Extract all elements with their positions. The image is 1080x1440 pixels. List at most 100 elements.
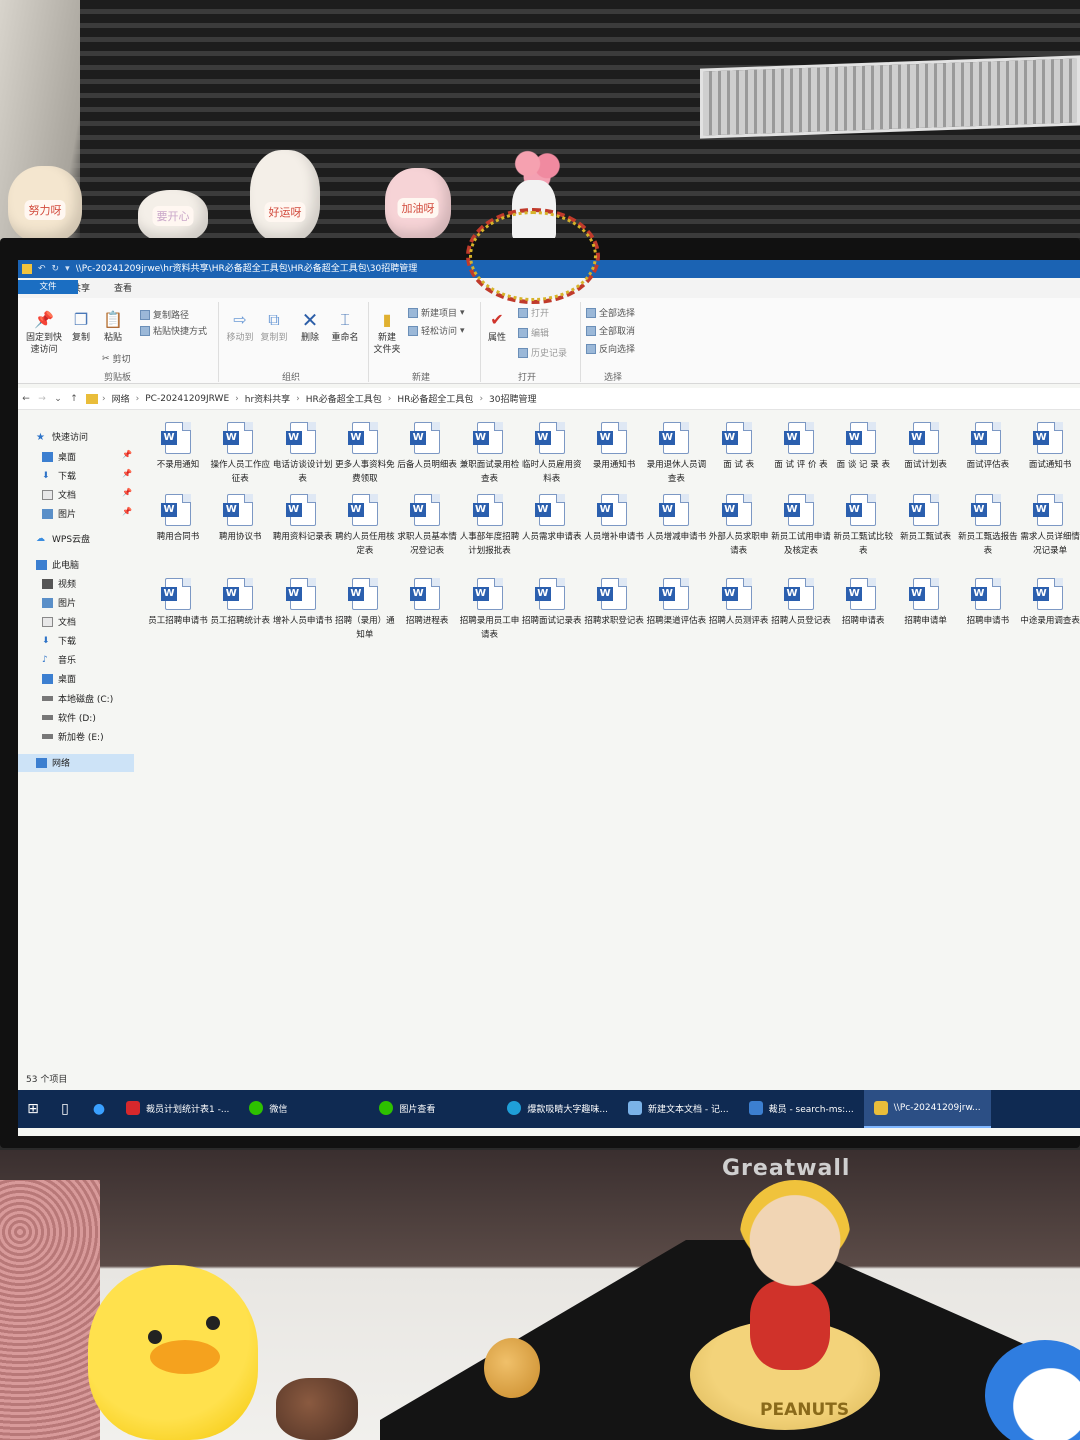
- recent-dropdown-icon[interactable]: ⌄: [50, 394, 66, 404]
- file-item[interactable]: W 新员工甄选报告表: [958, 494, 1018, 558]
- windows-start-icon[interactable]: ⊞: [18, 1101, 48, 1117]
- forward-arrow-icon[interactable]: →: [34, 394, 50, 404]
- paste-button[interactable]: 📋 粘贴: [98, 310, 128, 344]
- file-item[interactable]: W 招聘渠道评估表: [646, 578, 706, 628]
- file-item[interactable]: W 招聘人员登记表: [771, 578, 831, 628]
- file-item[interactable]: W 增补人员申请书: [273, 578, 333, 628]
- file-item[interactable]: W 招聘进程表: [397, 578, 457, 628]
- file-item[interactable]: W 后备人员明细表: [397, 422, 457, 472]
- file-item[interactable]: W 招聘录用员工申请表: [460, 578, 520, 642]
- nav-quick-access[interactable]: ★ 快速访问: [36, 430, 88, 444]
- undo-icon[interactable]: ↶: [38, 260, 46, 278]
- nav-drive-d[interactable]: 软件 (D:): [42, 711, 96, 724]
- file-item[interactable]: W 求职人员基本情况登记表: [397, 494, 457, 558]
- app-s-icon[interactable]: ●: [82, 1101, 116, 1117]
- cut-button[interactable]: ✂ 剪切: [102, 352, 131, 366]
- nav-drive-e[interactable]: 新加卷 (E:): [42, 730, 104, 743]
- file-item[interactable]: W 更多人事资料免费领取: [335, 422, 395, 486]
- tab-view[interactable]: 查看: [102, 280, 144, 298]
- file-item[interactable]: W 员工招聘统计表: [210, 578, 270, 628]
- taskbar-app-notepad[interactable]: 新建文本文档 - 记...: [618, 1090, 739, 1128]
- new-folder-button[interactable]: ▮ 新建 文件夹: [370, 310, 404, 356]
- invert-selection-button[interactable]: 反向选择: [586, 342, 635, 355]
- file-item[interactable]: W 电话访谈设计划表: [273, 422, 333, 486]
- copy-to-button[interactable]: ⧉ 复制到: [256, 310, 292, 344]
- redo-icon[interactable]: ↻: [52, 260, 60, 278]
- file-item[interactable]: W 聘用合同书: [148, 494, 208, 544]
- file-item[interactable]: W 招聘人员测评表: [709, 578, 769, 628]
- delete-button[interactable]: ✕ 删除: [296, 310, 324, 344]
- file-item[interactable]: W 面试评估表: [958, 422, 1018, 472]
- nav-videos[interactable]: 视频: [42, 577, 76, 590]
- file-item[interactable]: W 需求人员详细情况记录单: [1020, 494, 1080, 558]
- edit-button[interactable]: 编辑: [518, 326, 549, 339]
- paste-shortcut-button[interactable]: 粘贴快捷方式: [140, 324, 207, 337]
- easy-access-button[interactable]: 轻松访问 ▾: [408, 324, 465, 337]
- nav-documents[interactable]: 文档: [42, 488, 76, 501]
- copy-path-button[interactable]: 复制路径: [140, 308, 189, 321]
- file-item[interactable]: W 面试通知书: [1020, 422, 1080, 472]
- file-item[interactable]: W 招聘申请单: [896, 578, 956, 628]
- file-item[interactable]: W 新员工甄试表: [896, 494, 956, 544]
- file-item[interactable]: W 面 谈 记 录 表: [833, 422, 893, 472]
- file-item[interactable]: W 招聘面试记录表: [522, 578, 582, 628]
- file-item[interactable]: W 录用通知书: [584, 422, 644, 472]
- file-item[interactable]: W 聘用资料记录表: [273, 494, 333, 544]
- select-none-button[interactable]: 全部取消: [586, 324, 635, 337]
- tab-file[interactable]: 文件: [18, 280, 78, 294]
- file-item[interactable]: W 新员工甄试比较表: [833, 494, 893, 558]
- nav-pictures-pc[interactable]: 图片: [42, 596, 76, 609]
- breadcrumb-hr-share[interactable]: hr资料共享: [239, 392, 296, 405]
- breadcrumb-toolkit-inner[interactable]: HR必备超全工具包: [391, 392, 479, 405]
- file-item[interactable]: W 新员工试用申请及核定表: [771, 494, 831, 558]
- breadcrumb-recruitment[interactable]: 30招聘管理: [483, 392, 542, 405]
- properties-button[interactable]: ✔ 属性: [482, 310, 512, 344]
- file-item[interactable]: W 面 试 表: [709, 422, 769, 472]
- file-item[interactable]: W 人员需求申请表: [522, 494, 582, 544]
- file-item[interactable]: W 人员增补申请书: [584, 494, 644, 544]
- file-item[interactable]: W 聘用协议书: [210, 494, 270, 544]
- taskbar-app-explorer[interactable]: \\Pc-20241209jrw...: [863, 1090, 991, 1128]
- address-bar[interactable]: ← → ⌄ ↑ › 网络 › PC-20241209JRWE › hr资料共享 …: [18, 388, 1080, 410]
- breadcrumb-network[interactable]: 网络: [106, 392, 136, 405]
- file-item[interactable]: W 操作人员工作应征表: [210, 422, 270, 486]
- taskbar-app-search-explorer[interactable]: 裁员 - search-ms:...: [739, 1090, 864, 1128]
- back-arrow-icon[interactable]: ←: [18, 394, 34, 404]
- nav-downloads-pc[interactable]: ⬇ 下载: [42, 634, 76, 648]
- up-arrow-icon[interactable]: ↑: [66, 394, 82, 404]
- file-item[interactable]: W 录用退休人员调查表: [646, 422, 706, 486]
- file-item[interactable]: W 兼职面试录用检查表: [460, 422, 520, 486]
- file-item[interactable]: W 员工招聘申请书: [148, 578, 208, 628]
- history-button[interactable]: 历史记录: [518, 346, 567, 359]
- nav-drive-c[interactable]: 本地磁盘 (C:): [42, 692, 113, 705]
- nav-this-pc[interactable]: 此电脑: [36, 558, 79, 571]
- select-all-button[interactable]: 全部选择: [586, 306, 635, 319]
- file-item[interactable]: W 面 试 评 价 表: [771, 422, 831, 472]
- file-item[interactable]: W 聘约人员任用核定表: [335, 494, 395, 558]
- quick-access-dropdown-icon[interactable]: ▾: [65, 260, 70, 278]
- taskbar-app-wechat[interactable]: 微信: [239, 1090, 369, 1128]
- move-to-button[interactable]: ⇨ 移动到: [222, 310, 258, 344]
- file-item[interactable]: W 面试计划表: [896, 422, 956, 472]
- nav-documents-pc[interactable]: 文档: [42, 615, 76, 628]
- nav-wps-cloud[interactable]: ☁ WPS云盘: [36, 532, 90, 546]
- breadcrumb-toolkit[interactable]: HR必备超全工具包: [300, 392, 388, 405]
- nav-desktop[interactable]: 桌面: [42, 450, 76, 463]
- file-item[interactable]: W 外部人员求职申请表: [709, 494, 769, 558]
- taskbar-app-edge[interactable]: 爆款吸睛大字趣味...: [497, 1090, 618, 1128]
- taskbar-app-wps[interactable]: 裁员计划统计表1 -...: [116, 1090, 239, 1128]
- file-icon[interactable]: ▯: [48, 1101, 82, 1117]
- nav-downloads[interactable]: ⬇ 下载: [42, 469, 76, 483]
- nav-network[interactable]: 网络: [36, 756, 70, 769]
- nav-music[interactable]: ♪ 音乐: [42, 653, 76, 667]
- pin-to-quick-access-button[interactable]: 📌 固定到快 速访问: [22, 310, 66, 356]
- file-item[interactable]: W 临时人员雇用资料表: [522, 422, 582, 486]
- file-item[interactable]: W 人员增减申请书: [646, 494, 706, 544]
- file-item[interactable]: W 招聘（录用）通知单: [335, 578, 395, 642]
- nav-desktop-pc[interactable]: 桌面: [42, 672, 76, 685]
- open-button[interactable]: 打开: [518, 306, 549, 319]
- file-item[interactable]: W 招聘申请书: [958, 578, 1018, 628]
- rename-button[interactable]: ⌶ 重命名: [328, 310, 362, 344]
- copy-button[interactable]: ❐ 复制: [66, 310, 96, 344]
- breadcrumb-pc[interactable]: PC-20241209JRWE: [139, 394, 235, 404]
